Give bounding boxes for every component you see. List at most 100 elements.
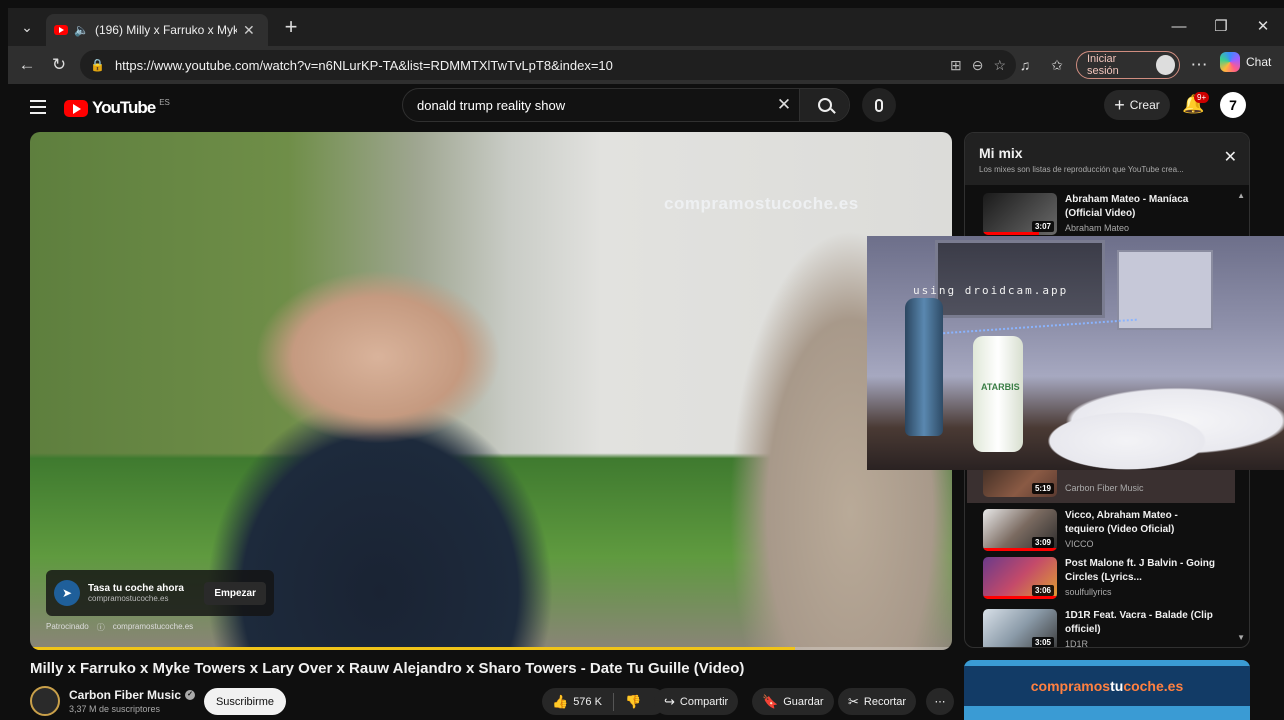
copilot-label: Chat <box>1246 55 1272 69</box>
banner-text-1: compramos <box>1030 678 1111 694</box>
user-avatar[interactable]: 7 <box>1220 92 1246 118</box>
subscriber-count: 3,37 M de suscriptores <box>69 704 161 714</box>
favorites-icon[interactable]: ✩ <box>1044 52 1070 78</box>
divider <box>612 692 614 711</box>
browser-tab[interactable]: 🔈 (196) Milly x Farruko x Myke T ✕ <box>46 14 268 46</box>
ad-overlay-card[interactable]: ➤ Tasa tu coche ahora compramostucoche.e… <box>46 570 274 616</box>
back-button[interactable]: ← <box>14 52 40 78</box>
clip-button[interactable]: ✂ Recortar <box>838 688 917 715</box>
mix-item-channel: Abraham Mateo <box>1065 223 1130 233</box>
like-count[interactable]: 576 K <box>573 696 602 708</box>
speaker-icon[interactable]: 🔈 <box>74 23 89 37</box>
mix-item-title: Abraham Mateo - Maníaca (Official Video) <box>1065 194 1189 219</box>
channel-avatar[interactable] <box>30 686 60 716</box>
info-icon[interactable]: ⓘ <box>97 622 105 633</box>
duration-badge: 5:19 <box>1031 483 1054 494</box>
mix-item-title: Vicco, Abraham Mateo - tequiero (Video O… <box>1065 510 1178 535</box>
sponsored-label: Patrocinado <box>46 622 89 631</box>
lock-icon[interactable]: 🔒 <box>90 58 105 72</box>
signin-label: Iniciar sesión <box>1087 53 1119 77</box>
like-dislike-group: 👍 576 K 👎 <box>542 688 666 715</box>
mix-title: Mi mix <box>979 145 1023 161</box>
app-available-icon[interactable]: ⊞ <box>950 57 962 74</box>
watched-bar <box>983 232 1039 235</box>
mix-item-title: 1D1R Feat. Vacra - Balade (Clip officiel… <box>1065 610 1213 635</box>
duration-badge: 3:06 <box>1031 585 1054 596</box>
video-player[interactable]: compramostucoche.es ➤ Tasa tu coche ahor… <box>30 132 952 650</box>
microphone-icon <box>875 98 883 112</box>
hamburger-menu-icon[interactable] <box>30 100 46 114</box>
mix-item[interactable]: 3:09 Vicco, Abraham Mateo - tequiero (Vi… <box>981 509 1231 559</box>
create-label: Crear <box>1129 98 1160 112</box>
mix-header: Mi mix Los mixes son listas de reproducc… <box>965 133 1249 185</box>
channel-name[interactable]: Carbon Fiber Music <box>69 688 181 702</box>
share-label: Compartir <box>679 695 729 708</box>
mix-item-current[interactable]: 5:19 Carbon Fiber Music <box>967 459 1235 503</box>
clear-search-icon[interactable]: ✕ <box>769 95 799 115</box>
mix-item[interactable]: 3:06 Post Malone ft. J Balvin - Going Ci… <box>981 557 1231 607</box>
mix-item-title: Post Malone ft. J Balvin - Going Circles… <box>1065 558 1215 583</box>
progress-bar[interactable] <box>30 647 952 650</box>
droidcam-watermark: using droidcam.app <box>913 284 1069 297</box>
minimize-button[interactable]: — <box>1164 14 1194 40</box>
video-title: Milly x Farruko x Myke Towers x Lary Ove… <box>30 660 745 677</box>
copilot-button[interactable]: Chat <box>1220 52 1271 72</box>
youtube-play-icon <box>64 99 88 117</box>
zoom-icon[interactable]: ⊖ <box>972 57 984 74</box>
cam-lotion-bottle: ATARBIS <box>973 336 1023 452</box>
close-window-button[interactable]: ✕ <box>1248 14 1278 40</box>
more-actions-button[interactable]: ⋯ <box>926 688 954 715</box>
video-thumbnail: 3:09 <box>983 509 1057 551</box>
copilot-icon <box>1220 52 1240 72</box>
banner-text-3: coche.es <box>1123 678 1184 694</box>
share-button[interactable]: ↪ Compartir <box>654 688 739 715</box>
ad-footer-domain[interactable]: compramostucoche.es <box>113 622 193 633</box>
more-dots-icon: ⋯ <box>934 696 946 708</box>
reload-button[interactable]: ↻ <box>46 52 72 78</box>
sidebar-ad-banner[interactable]: compramos tu coche.es <box>964 660 1250 720</box>
search-button[interactable] <box>799 89 849 121</box>
ad-footer: Patrocinado ⓘ compramostucoche.es <box>46 622 193 633</box>
address-toolbar: ← ↻ 🔒 https://www.youtube.com/watch?v=n6… <box>8 46 1284 84</box>
tab-list-chevron-icon[interactable]: ⌄ <box>14 14 40 40</box>
mix-item[interactable]: 3:05 1D1R Feat. Vacra - Balade (Clip off… <box>981 609 1231 647</box>
search-box[interactable]: donald trump reality show ✕ <box>402 88 850 122</box>
mix-item-channel: VICCO <box>1065 539 1094 549</box>
cam-led-lights <box>927 318 1137 336</box>
maximize-button[interactable]: ❐ <box>1206 14 1236 40</box>
country-code: ES <box>159 98 170 107</box>
mix-description: Los mixes son listas de reproducción que… <box>979 165 1184 174</box>
duration-badge: 3:05 <box>1031 637 1054 647</box>
watched-bar <box>983 548 1057 551</box>
ad-domain: compramostucoche.es <box>88 594 169 603</box>
scroll-up-icon[interactable]: ▲ <box>1237 191 1245 200</box>
signin-button[interactable]: Iniciar sesión <box>1076 51 1180 79</box>
channel-name-row[interactable]: Carbon Fiber Music ✓ <box>69 688 196 702</box>
profile-avatar <box>1155 55 1175 75</box>
more-options-icon[interactable]: ⋯ <box>1186 52 1212 78</box>
ad-cta-button[interactable]: Empezar <box>204 581 266 605</box>
video-watermark: compramostucoche.es <box>664 194 859 213</box>
voice-search-button[interactable] <box>862 88 896 122</box>
save-button[interactable]: 🔖 Guardar <box>752 688 834 715</box>
scroll-down-icon[interactable]: ▼ <box>1237 633 1245 642</box>
cam-water-bottle <box>905 298 943 436</box>
bookmark-icon: 🔖 <box>762 693 779 709</box>
youtube-logo[interactable]: YouTube ES <box>64 98 170 118</box>
tab-strip: ⌄ 🔈 (196) Milly x Farruko x Myke T ✕ + —… <box>8 8 1284 46</box>
mix-item-channel: Carbon Fiber Music <box>1065 483 1144 493</box>
close-mix-icon[interactable]: ✕ <box>1224 147 1237 167</box>
url-text[interactable]: https://www.youtube.com/watch?v=n6NLurKP… <box>115 58 940 73</box>
search-input[interactable]: donald trump reality show <box>403 98 769 113</box>
create-button[interactable]: + Crear <box>1104 90 1170 120</box>
favorite-star-icon[interactable]: ☆ <box>993 57 1006 74</box>
address-bar[interactable]: 🔒 https://www.youtube.com/watch?v=n6NLur… <box>80 50 1016 80</box>
thumbs-up-icon[interactable]: 👍 <box>552 694 568 710</box>
thumbs-down-icon[interactable]: 👎 <box>625 694 641 710</box>
new-tab-button[interactable]: + <box>278 14 304 40</box>
search-icon <box>817 98 832 112</box>
subscribe-button[interactable]: Suscribirme <box>204 688 286 715</box>
extensions-icon[interactable]: ♫ <box>1012 52 1038 78</box>
close-tab-icon[interactable]: ✕ <box>243 22 255 39</box>
video-thumbnail: 3:06 <box>983 557 1057 599</box>
